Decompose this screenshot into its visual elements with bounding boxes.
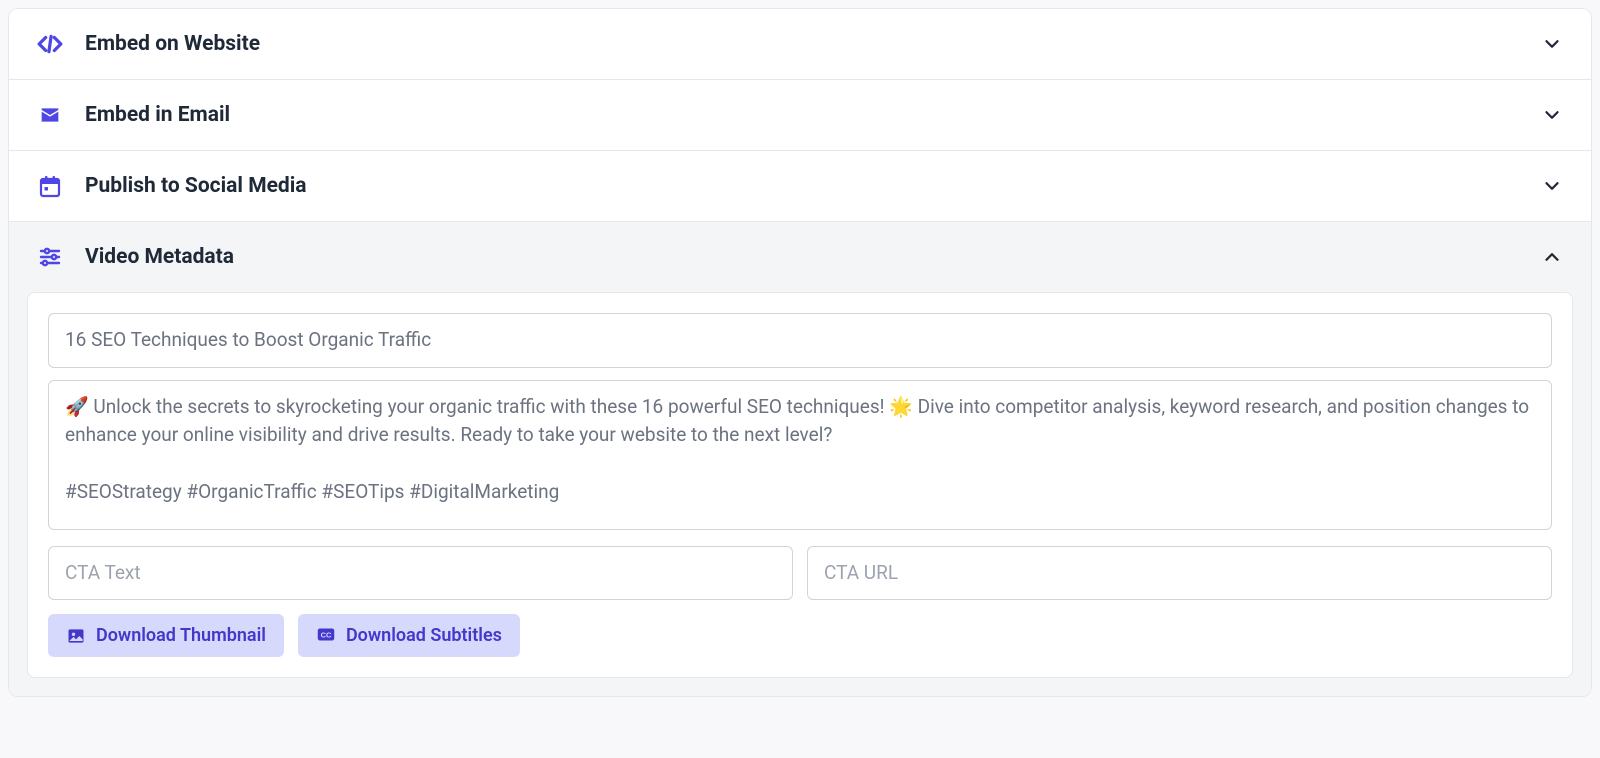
row-title: Embed in Email bbox=[85, 103, 230, 127]
accordion-row-embed-email[interactable]: Embed in Email bbox=[9, 80, 1591, 151]
video-title-input[interactable] bbox=[48, 313, 1552, 368]
button-label: Download Subtitles bbox=[346, 625, 502, 646]
chevron-down-icon bbox=[1541, 175, 1563, 197]
accordion-row-embed-website[interactable]: Embed on Website bbox=[9, 9, 1591, 80]
accordion-row-publish-social[interactable]: Publish to Social Media bbox=[9, 151, 1591, 222]
row-left: Embed in Email bbox=[37, 102, 230, 128]
image-icon bbox=[66, 626, 86, 646]
row-left: Video Metadata bbox=[37, 244, 234, 270]
cta-text-input[interactable] bbox=[48, 546, 793, 601]
chevron-down-icon bbox=[1541, 104, 1563, 126]
row-title: Video Metadata bbox=[85, 245, 234, 269]
video-metadata-body: 🚀 Unlock the secrets to skyrocketing you… bbox=[27, 292, 1573, 678]
download-subtitles-button[interactable]: CC Download Subtitles bbox=[298, 614, 520, 657]
envelope-icon bbox=[37, 102, 63, 128]
cta-url-input[interactable] bbox=[807, 546, 1552, 601]
chevron-down-icon bbox=[1541, 33, 1563, 55]
button-row: Download Thumbnail CC Download Subtitles bbox=[48, 614, 1552, 657]
sliders-icon bbox=[37, 244, 63, 270]
video-description-textarea[interactable]: 🚀 Unlock the secrets to skyrocketing you… bbox=[48, 380, 1552, 530]
video-metadata-body-wrap: 🚀 Unlock the secrets to skyrocketing you… bbox=[9, 292, 1591, 696]
accordion-container: Embed on Website Embed in Email bbox=[8, 8, 1592, 697]
button-label: Download Thumbnail bbox=[96, 625, 266, 646]
row-title: Publish to Social Media bbox=[85, 174, 307, 198]
cc-icon: CC bbox=[316, 626, 336, 646]
row-left: Embed on Website bbox=[37, 31, 260, 57]
chevron-up-icon bbox=[1541, 246, 1563, 268]
code-icon bbox=[37, 31, 63, 57]
row-left: Publish to Social Media bbox=[37, 173, 307, 199]
cta-row bbox=[48, 546, 1552, 601]
row-title: Embed on Website bbox=[85, 32, 260, 56]
download-thumbnail-button[interactable]: Download Thumbnail bbox=[48, 614, 284, 657]
accordion-row-video-metadata[interactable]: Video Metadata bbox=[9, 222, 1591, 292]
calendar-icon bbox=[37, 173, 63, 199]
svg-text:CC: CC bbox=[321, 630, 332, 639]
